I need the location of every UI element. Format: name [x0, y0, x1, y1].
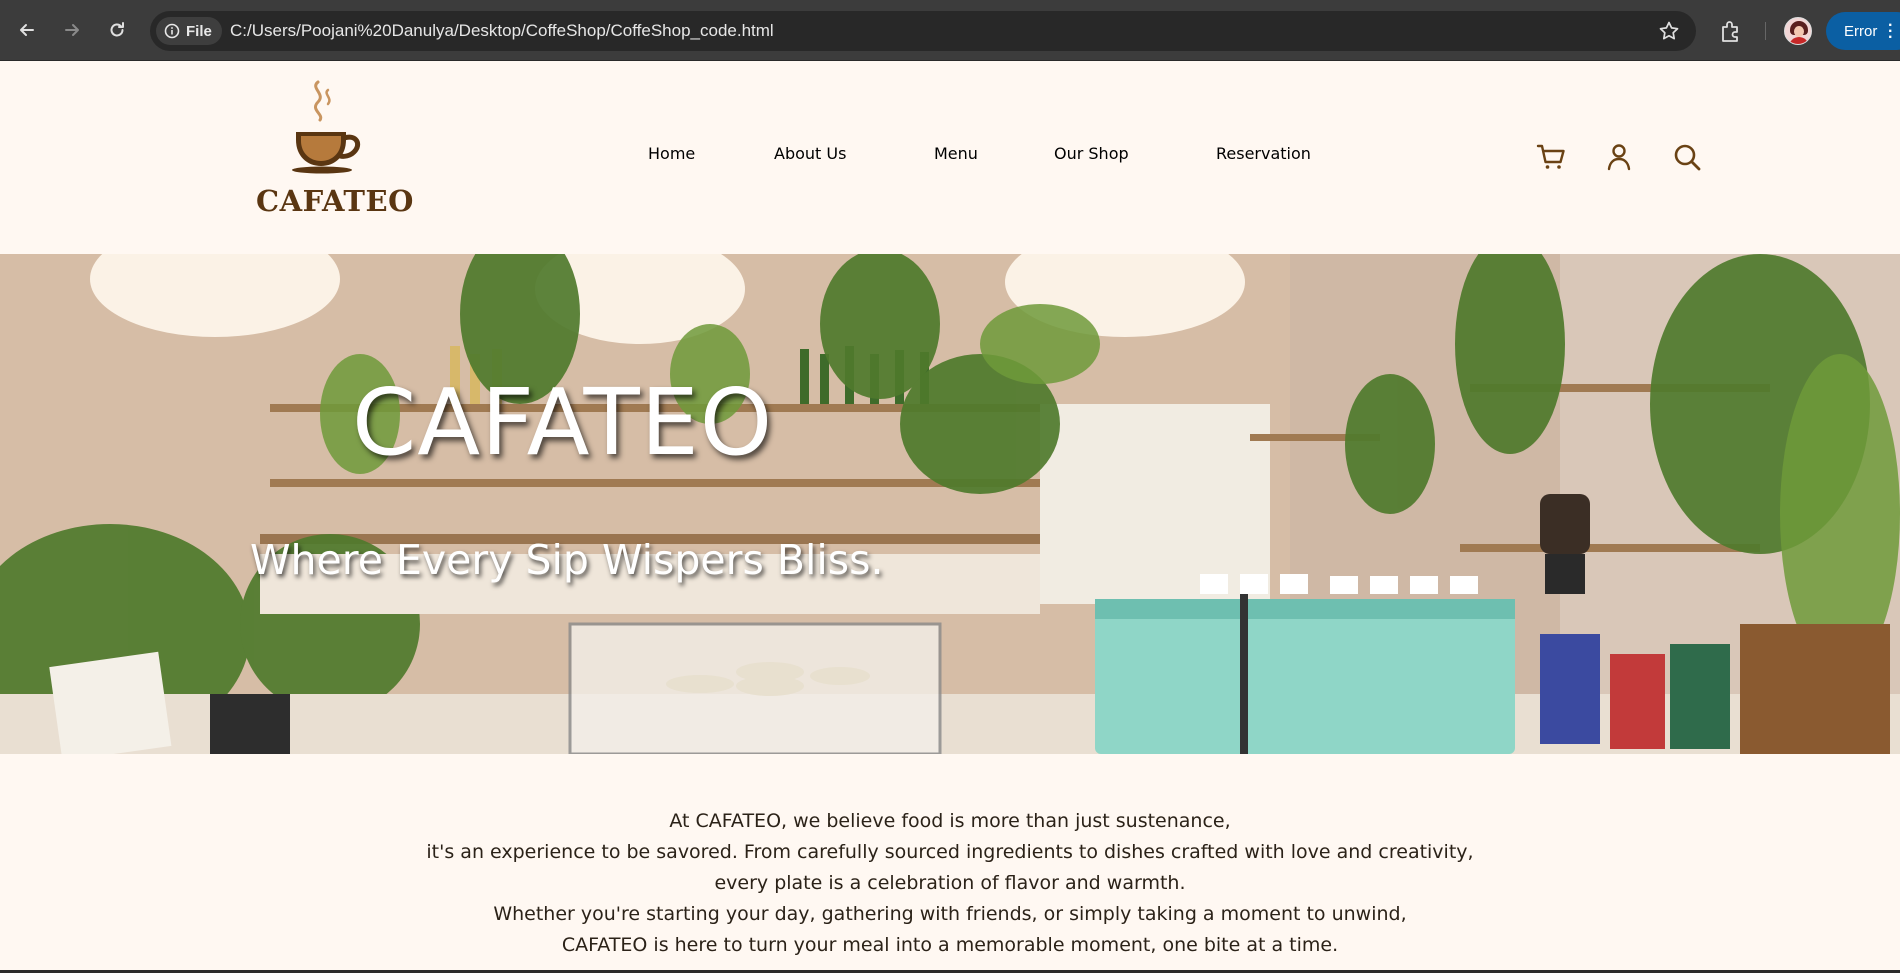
site-info-chip[interactable]: File: [156, 17, 222, 45]
browser-toolbar: File C:/Users/Poojani%20Danulya/Desktop/…: [0, 0, 1900, 61]
intro-section: At CAFATEO, we believe food is more than…: [0, 754, 1900, 973]
address-bar[interactable]: File C:/Users/Poojani%20Danulya/Desktop/…: [150, 11, 1696, 51]
profile-error-button[interactable]: Error · · ·: [1826, 12, 1900, 50]
reload-icon: [110, 22, 124, 37]
nav-menu[interactable]: Menu: [934, 144, 978, 163]
cafe-interior-image: [0, 254, 1900, 754]
account-button[interactable]: [1602, 140, 1636, 174]
profile-avatar[interactable]: [1784, 17, 1812, 45]
profile-error-label: Error: [1844, 22, 1878, 40]
hero-banner: CAFATEO Where Every Sip Wispers Bliss.: [0, 254, 1900, 754]
intro-line: CAFATEO is here to turn your meal into a…: [561, 934, 1339, 956]
bookmark-star-icon[interactable]: [1658, 20, 1680, 42]
reload-button[interactable]: [104, 14, 130, 46]
search-button[interactable]: [1670, 140, 1704, 174]
extensions-icon[interactable]: [1718, 18, 1744, 44]
forward-button[interactable]: [59, 14, 85, 46]
site-logo[interactable]: CAFATEO: [256, 80, 414, 220]
file-label: File: [186, 22, 212, 40]
intro-line: it's an experience to be savored. From c…: [426, 841, 1474, 863]
nav-our-shop[interactable]: Our Shop: [1054, 144, 1129, 163]
forward-arrow-icon: [65, 24, 79, 36]
intro-line: every plate is a celebration of flavor a…: [714, 872, 1186, 894]
back-button[interactable]: [14, 14, 40, 46]
toolbar-divider: [1765, 22, 1766, 40]
cart-icon: [1536, 144, 1565, 169]
info-icon: [164, 23, 180, 39]
back-arrow-icon: [20, 24, 34, 36]
hero-subtitle: Where Every Sip Wispers Bliss.: [250, 536, 884, 584]
intro-line: Whether you're starting your day, gather…: [493, 903, 1407, 925]
logo-text: CAFATEO: [256, 184, 414, 218]
nav-home[interactable]: Home: [648, 144, 695, 163]
nav-about-us[interactable]: About Us: [774, 144, 846, 163]
hero-title: CAFATEO: [352, 369, 774, 476]
kebab-menu-icon[interactable]: · · ·: [1888, 18, 1893, 46]
coffee-cup-logo-icon: [292, 80, 361, 174]
cart-button[interactable]: [1535, 140, 1569, 174]
intro-line: At CAFATEO, we believe food is more than…: [669, 810, 1231, 832]
search-icon: [1674, 144, 1701, 171]
nav-reservation[interactable]: Reservation: [1216, 144, 1311, 163]
url-text: C:/Users/Poojani%20Danulya/Desktop/Coffe…: [230, 21, 774, 40]
user-icon: [1607, 144, 1631, 171]
